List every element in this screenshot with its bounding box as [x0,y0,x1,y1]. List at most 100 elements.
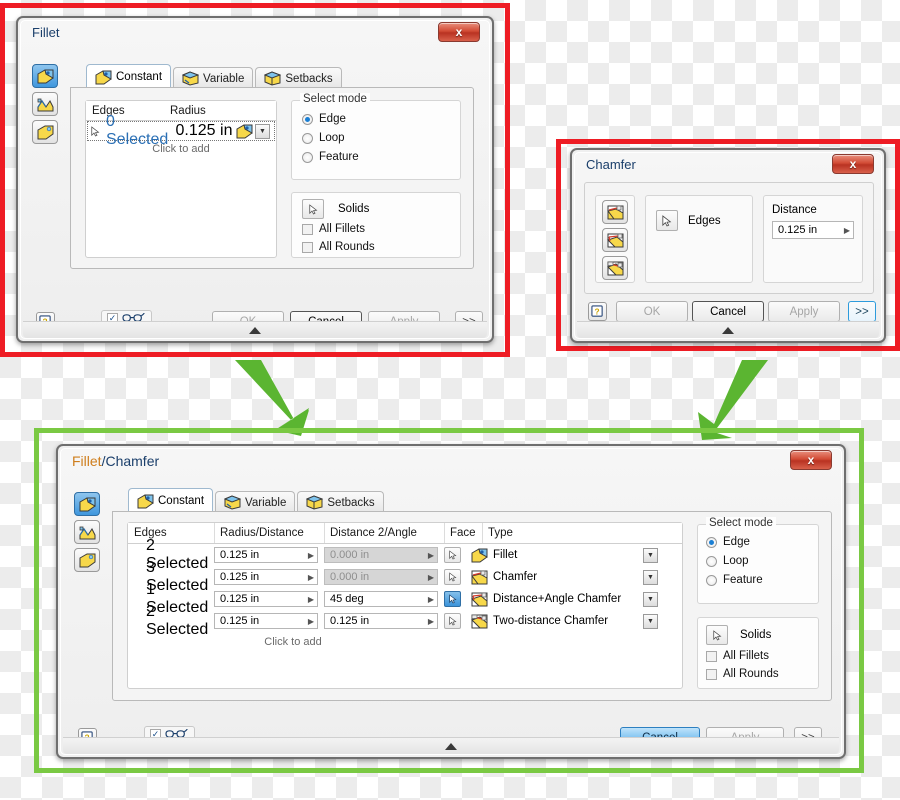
distance-input[interactable]: 0.125 in ▶ [772,221,854,239]
distance-angle-chamfer-icon [607,233,624,248]
chamfer-type-group [595,195,635,283]
radio-indicator [302,132,313,144]
spinner-icon[interactable]: ▶ [844,226,850,235]
cell-distance2-input[interactable]: 0.125 in ▶ [324,613,438,629]
spinner-icon[interactable]: ▶ [428,617,434,626]
radio-indicator [302,113,313,125]
ok-button[interactable]: OK [616,301,688,322]
cell-radius-input[interactable]: 0.125 in ▶ [214,547,318,563]
checkbox-all-fillets[interactable]: All Fillets [302,223,460,235]
solids-select-button[interactable] [302,199,324,219]
fillet-footbar[interactable] [23,321,487,338]
radio-edge[interactable]: Edge [302,113,460,125]
cell-radius: 0.125 in [175,122,233,139]
cell-type-dropdown[interactable]: ▼ [643,591,658,607]
cursor-icon [449,616,457,626]
arrow-fillet-to-combined [235,360,309,436]
cursor-icon [662,215,672,227]
cell-type-dropdown[interactable]: ▼ [643,613,658,629]
spinner-icon[interactable]: ▶ [428,595,434,604]
sidebar-item-constant-radius-fillet[interactable] [32,64,58,88]
help-button[interactable] [588,302,607,321]
tab-variable[interactable]: Variable [215,491,296,513]
tab-setbacks[interactable]: Setbacks [297,491,384,513]
fillet-title: Fillet [32,25,60,40]
fillet-icon [79,497,96,512]
cell-radius-value: 0.125 in [220,549,260,561]
sidebar-item-face-fillet[interactable] [74,520,100,544]
radio-edge[interactable]: Edge [706,536,818,548]
table-row[interactable]: 2 Selected 0.125 in ▶ 0.125 in ▶ Two-dista… [128,603,682,638]
fillet-titlebar: Fillet x [18,18,492,48]
select-mode-label: Select mode [706,517,776,529]
radio-feature[interactable]: Feature [302,151,460,163]
tab-label: Variable [203,72,245,85]
checkbox-indicator [302,241,313,253]
close-button[interactable]: x [832,154,874,174]
chamfer-body: Edges Distance 0.125 in ▶ [584,182,874,294]
checkbox-all-rounds[interactable]: All Rounds [706,668,818,680]
close-button[interactable]: x [790,450,832,470]
chamfer-icon [471,570,488,585]
radio-loop[interactable]: Loop [706,555,818,567]
sidebar-item-full-round-fillet[interactable] [32,120,58,144]
spinner-icon[interactable]: ▶ [308,617,314,626]
table-row[interactable]: 0 Selected 0.125 in ▼ [87,113,275,148]
tab-constant[interactable]: Constant [128,488,214,513]
checkbox-indicator [302,223,313,235]
row-type-dropdown[interactable]: ▼ [255,123,270,139]
chamfer-type-distance[interactable] [602,200,628,224]
edges-select-button[interactable] [656,210,678,231]
spinner-icon[interactable]: ▶ [428,551,434,560]
chamfer-type-two-distance[interactable] [602,256,628,280]
checkbox-all-rounds[interactable]: All Rounds [302,241,460,253]
cell-radius-input[interactable]: 0.125 in ▶ [214,613,318,629]
cell-type-dropdown[interactable]: ▼ [643,569,658,585]
spinner-icon[interactable]: ▶ [308,551,314,560]
cell-face-button[interactable] [444,569,461,585]
chamfer-footbar[interactable] [577,321,879,338]
cell-face-button[interactable] [444,613,461,629]
radio-feature[interactable]: Feature [706,574,818,586]
cell-radius-input[interactable]: 0.125 in ▶ [214,591,318,607]
cell-distance2-input[interactable]: 0.000 in ▶ [324,569,438,585]
solids-select-button[interactable] [706,625,728,645]
cell-type-label: Chamfer [493,571,538,583]
cell-radius-value: 0.125 in [220,615,260,627]
cancel-button[interactable]: Cancel [692,301,764,322]
full-round-fillet-icon [79,553,96,568]
chamfer-titlebar: Chamfer x [572,150,884,180]
checkbox-all-fillets[interactable]: All Fillets [706,650,818,662]
sidebar-item-full-round-fillet[interactable] [74,548,100,572]
setbacks-icon [306,495,323,510]
apply-button[interactable]: Apply [768,301,840,322]
filletchamfer-footbar[interactable] [63,737,839,754]
solids-label: Solids [338,203,370,215]
spinner-icon[interactable]: ▶ [308,595,314,604]
tab-variable[interactable]: Variable [173,67,254,89]
spinner-icon[interactable]: ▶ [308,573,314,582]
cell-distance2-value: 0.125 in [330,615,370,627]
expand-button[interactable]: >> [848,301,876,322]
filletchamfer-tab-body: Edges Radius/Distance Distance 2/Angle F… [112,511,832,701]
cell-face-button[interactable] [444,547,461,563]
chamfer-type-distance-angle[interactable] [602,228,628,252]
cell-distance2-input[interactable]: 0.000 in ▶ [324,547,438,563]
sidebar-item-face-fillet[interactable] [32,92,58,116]
cell-radius-input[interactable]: 0.125 in ▶ [214,569,318,585]
checkbox-label: All Fillets [723,650,770,662]
tab-setbacks[interactable]: Setbacks [255,67,342,89]
cell-type-dropdown[interactable]: ▼ [643,547,658,563]
radio-loop[interactable]: Loop [302,132,460,144]
fillet-icon [37,69,54,84]
title-part-chamfer: Chamfer [105,453,160,469]
spinner-icon[interactable]: ▶ [428,573,434,582]
cell-distance2-input[interactable]: 45 deg ▶ [324,591,438,607]
cell-distance2-value: 45 deg [330,593,364,605]
cell-type-label: Fillet [493,549,518,561]
tab-constant[interactable]: Constant [86,64,172,89]
close-button[interactable]: x [438,22,480,42]
checkbox-indicator [706,650,717,662]
cell-face-button[interactable] [444,591,461,607]
sidebar-item-constant-radius-fillet[interactable] [74,492,100,516]
